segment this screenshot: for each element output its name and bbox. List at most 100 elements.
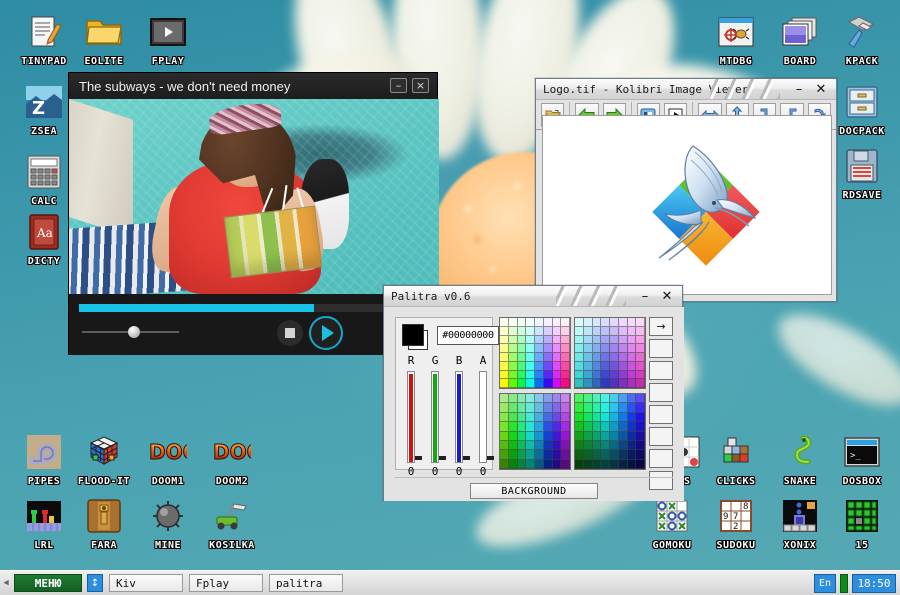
palette-swatch[interactable] [544, 403, 553, 412]
palette-swatch[interactable] [500, 422, 509, 431]
channel-thumb[interactable] [487, 456, 494, 460]
palette-swatch[interactable] [509, 362, 518, 371]
palette-swatch[interactable] [518, 379, 527, 388]
desktop-icon-fara[interactable]: FARA [68, 496, 140, 552]
palette-swatch[interactable] [535, 413, 544, 422]
palette-swatch[interactable] [526, 318, 535, 327]
palette-swatch[interactable] [636, 460, 645, 469]
palette-swatch[interactable] [610, 441, 619, 450]
palette-swatch[interactable] [535, 362, 544, 371]
palette-swatch[interactable] [593, 432, 602, 441]
palette-swatch[interactable] [628, 353, 637, 362]
palette-swatch[interactable] [544, 336, 553, 345]
palette-swatch[interactable] [593, 460, 602, 469]
palette-swatch[interactable] [553, 318, 562, 327]
palette-swatch[interactable] [500, 371, 509, 380]
palette-swatch[interactable] [584, 362, 593, 371]
palette-swatch[interactable] [561, 371, 570, 380]
quick-swatch[interactable] [649, 361, 673, 380]
palette-swatch[interactable] [553, 344, 562, 353]
palette-grid-1[interactable] [499, 317, 571, 389]
palette-swatch[interactable] [518, 422, 527, 431]
palitra-window[interactable]: Palitra v0.6 – ✕ #00000000 R0G0B0A0 → BA… [383, 285, 683, 500]
palette-swatch[interactable] [584, 403, 593, 412]
minimize-all-button[interactable]: ↕ [87, 574, 103, 592]
image-viewer-canvas[interactable] [542, 115, 832, 295]
palette-swatch[interactable] [601, 441, 610, 450]
desktop-icon-doom2[interactable]: DOOMDOOM2 [196, 432, 268, 488]
palette-swatch[interactable] [575, 318, 584, 327]
palette-swatch[interactable] [535, 336, 544, 345]
close-button[interactable]: ✕ [656, 286, 678, 307]
image-viewer-window[interactable]: Logo.tif - Kolibri Image Viewer – ✕ [535, 78, 837, 302]
palette-swatch[interactable] [544, 318, 553, 327]
quick-swatch[interactable] [649, 427, 673, 446]
palette-swatch[interactable] [575, 450, 584, 459]
palette-swatch[interactable] [610, 353, 619, 362]
background-button[interactable]: BACKGROUND [470, 483, 598, 499]
palette-swatch[interactable] [619, 394, 628, 403]
palette-swatch[interactable] [636, 403, 645, 412]
desktop-icon-doom1[interactable]: DOOMDOOM1 [132, 432, 204, 488]
palitra-titlebar[interactable]: Palitra v0.6 – ✕ [384, 286, 682, 307]
palette-swatch[interactable] [509, 379, 518, 388]
palette-swatch[interactable] [518, 450, 527, 459]
palette-swatch[interactable] [584, 441, 593, 450]
palette-swatch[interactable] [518, 344, 527, 353]
quick-swatch[interactable] [649, 449, 673, 468]
palette-swatch[interactable] [553, 362, 562, 371]
palette-swatch[interactable] [636, 336, 645, 345]
stop-button[interactable] [277, 320, 303, 346]
palette-swatch[interactable] [628, 362, 637, 371]
palette-swatch[interactable] [619, 344, 628, 353]
image-viewer-titlebar[interactable]: Logo.tif - Kolibri Image Viewer – ✕ [536, 79, 836, 100]
palette-swatch[interactable] [610, 344, 619, 353]
palette-swatch[interactable] [610, 379, 619, 388]
palette-swatch[interactable] [619, 371, 628, 380]
palette-swatch[interactable] [535, 432, 544, 441]
palette-swatch[interactable] [526, 327, 535, 336]
palette-swatch[interactable] [526, 460, 535, 469]
palette-swatch[interactable] [610, 413, 619, 422]
palette-swatch[interactable] [628, 327, 637, 336]
palette-swatch[interactable] [628, 432, 637, 441]
palette-swatch[interactable] [575, 460, 584, 469]
desktop-icon-15[interactable]: 15 [826, 496, 898, 552]
palette-swatch[interactable] [593, 318, 602, 327]
close-button[interactable]: ✕ [810, 79, 832, 100]
palette-swatch[interactable] [553, 403, 562, 412]
palette-swatch[interactable] [544, 460, 553, 469]
palette-swatch[interactable] [610, 394, 619, 403]
palette-swatch[interactable] [610, 403, 619, 412]
palette-swatch[interactable] [584, 344, 593, 353]
palette-swatch[interactable] [561, 379, 570, 388]
palette-swatch[interactable] [628, 403, 637, 412]
palette-swatch[interactable] [544, 371, 553, 380]
palette-swatch[interactable] [500, 441, 509, 450]
palette-swatch[interactable] [575, 362, 584, 371]
apply-arrow-icon[interactable]: → [649, 317, 673, 336]
palette-grid-3[interactable] [499, 393, 571, 470]
palette-swatch[interactable] [526, 403, 535, 412]
palette-swatch[interactable] [636, 318, 645, 327]
palette-swatch[interactable] [509, 394, 518, 403]
quick-swatch[interactable] [649, 383, 673, 402]
video-player-titlebar[interactable]: The subways - we don't need money – × [69, 73, 437, 99]
palette-swatch[interactable] [610, 318, 619, 327]
palette-swatch[interactable] [593, 379, 602, 388]
palette-swatch[interactable] [544, 413, 553, 422]
desktop-icon-sudoku[interactable]: 8972SUDOKU [700, 496, 772, 552]
desktop-icon-dosbox[interactable]: >_DOSBOX [826, 432, 898, 488]
palette-swatch[interactable] [526, 353, 535, 362]
palette-swatch[interactable] [593, 422, 602, 431]
palette-swatch[interactable] [593, 441, 602, 450]
taskbar-collapse-arrow[interactable]: ◀ [0, 571, 12, 595]
clock[interactable]: 18:50 [852, 574, 896, 593]
start-menu-button[interactable]: МЕНЮ [14, 574, 82, 592]
palette-swatch[interactable] [636, 413, 645, 422]
palette-swatch[interactable] [619, 450, 628, 459]
taskbar-task-palitra[interactable]: palitra [269, 574, 343, 592]
palette-swatch[interactable] [509, 371, 518, 380]
palette-swatch[interactable] [553, 394, 562, 403]
palette-swatch[interactable] [500, 379, 509, 388]
